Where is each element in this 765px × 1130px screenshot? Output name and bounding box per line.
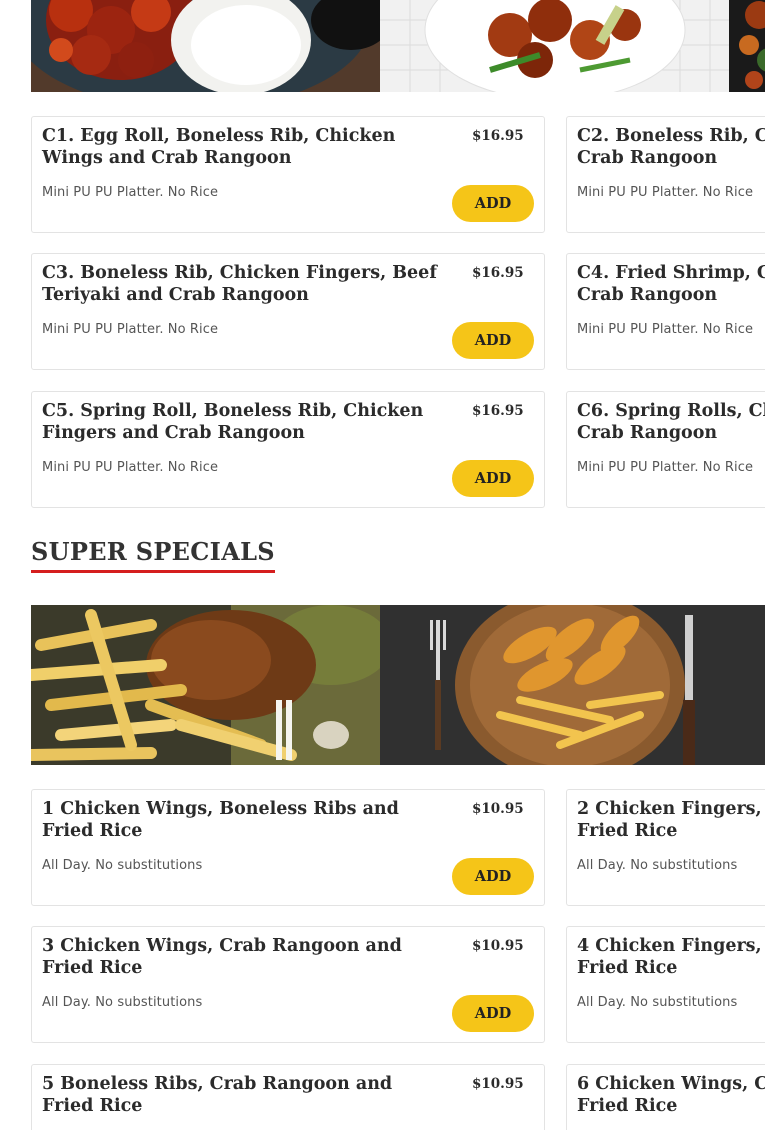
combo-item-card[interactable]: C1. Egg Roll, Boneless Rib, Chicken Wing… — [31, 116, 545, 233]
item-price: $16.95 — [472, 128, 524, 144]
item-title: 2 Chicken Fingers, Boneless Ribs and Fri… — [577, 799, 765, 841]
combo-item-card[interactable]: C5. Spring Roll, Boneless Rib, Chicken F… — [31, 391, 545, 508]
add-button[interactable]: ADD — [452, 322, 534, 359]
combo-item-card[interactable]: C6. Spring Rolls, Chicken Fingers and Cr… — [566, 391, 765, 508]
item-description: All Day. No substitutions — [42, 995, 203, 1010]
item-price: $16.95 — [472, 403, 524, 419]
item-title: 4 Chicken Fingers, Crab Rangoon and Frie… — [577, 936, 765, 978]
item-description: Mini PU PU Platter. No Rice — [577, 322, 754, 337]
item-description: All Day. No substitutions — [42, 858, 203, 873]
special-item-card[interactable]: 5 Boneless Ribs, Crab Rangoon and Fried … — [31, 1064, 545, 1130]
item-description: Mini PU PU Platter. No Rice — [577, 185, 754, 200]
special-item-card[interactable]: 6 Chicken Wings, Chicken Fingers and Fri… — [566, 1064, 765, 1130]
special-item-card[interactable]: 4 Chicken Fingers, Crab Rangoon and Frie… — [566, 926, 765, 1043]
item-price: $10.95 — [472, 1076, 524, 1092]
item-title: C5. Spring Roll, Boneless Rib, Chicken F… — [42, 401, 424, 443]
item-title: 1 Chicken Wings, Boneless Ribs and Fried… — [42, 799, 399, 841]
item-description: All Day. No substitutions — [577, 858, 738, 873]
combo-item-card[interactable]: C2. Boneless Rib, Chicken Wings and Crab… — [566, 116, 765, 233]
item-description: Mini PU PU Platter. No Rice — [42, 185, 219, 200]
item-price: $10.95 — [472, 801, 524, 817]
item-description: Mini PU PU Platter. No Rice — [577, 460, 754, 475]
item-price: $16.95 — [472, 265, 524, 281]
item-price: $10.95 — [472, 938, 524, 954]
fries-ribs-photo — [31, 605, 380, 765]
add-button[interactable]: ADD — [452, 858, 534, 895]
special-item-card[interactable]: 2 Chicken Fingers, Boneless Ribs and Fri… — [566, 789, 765, 906]
specials-banner — [31, 605, 765, 765]
add-button[interactable]: ADD — [452, 460, 534, 497]
item-title: C4. Fried Shrimp, Chicken Teriyaki and C… — [577, 263, 765, 305]
item-title: 6 Chicken Wings, Chicken Fingers and Fri… — [577, 1074, 765, 1116]
add-button[interactable]: ADD — [452, 995, 534, 1032]
item-title: C1. Egg Roll, Boneless Rib, Chicken Wing… — [42, 126, 396, 168]
combo-banner — [31, 0, 765, 92]
general-chicken-photo — [380, 0, 729, 92]
item-title: 3 Chicken Wings, Crab Rangoon and Fried … — [42, 936, 402, 978]
combo-item-card[interactable]: C4. Fried Shrimp, Chicken Teriyaki and C… — [566, 253, 765, 370]
item-title: 5 Boneless Ribs, Crab Rangoon and Fried … — [42, 1074, 393, 1116]
sesame-chicken-rice-photo — [31, 0, 380, 92]
special-item-card[interactable]: 3 Chicken Wings, Crab Rangoon and Fried … — [31, 926, 545, 1043]
item-description: Mini PU PU Platter. No Rice — [42, 460, 219, 475]
item-title: C6. Spring Rolls, Chicken Fingers and Cr… — [577, 401, 765, 443]
combo-item-card[interactable]: C3. Boneless Rib, Chicken Fingers, Beef … — [31, 253, 545, 370]
chicken-fingers-fries-photo — [380, 605, 765, 765]
stir-fry-photo — [729, 0, 765, 92]
item-description: All Day. No substitutions — [577, 995, 738, 1010]
item-title: C3. Boneless Rib, Chicken Fingers, Beef … — [42, 263, 437, 305]
item-title: C2. Boneless Rib, Chicken Wings and Crab… — [577, 126, 765, 168]
section-title-super-specials: SUPER SPECIALS — [31, 537, 275, 573]
add-button[interactable]: ADD — [452, 185, 534, 222]
menu-page: C1. Egg Roll, Boneless Rib, Chicken Wing… — [0, 0, 765, 1130]
special-item-card[interactable]: 1 Chicken Wings, Boneless Ribs and Fried… — [31, 789, 545, 906]
item-description: Mini PU PU Platter. No Rice — [42, 322, 219, 337]
